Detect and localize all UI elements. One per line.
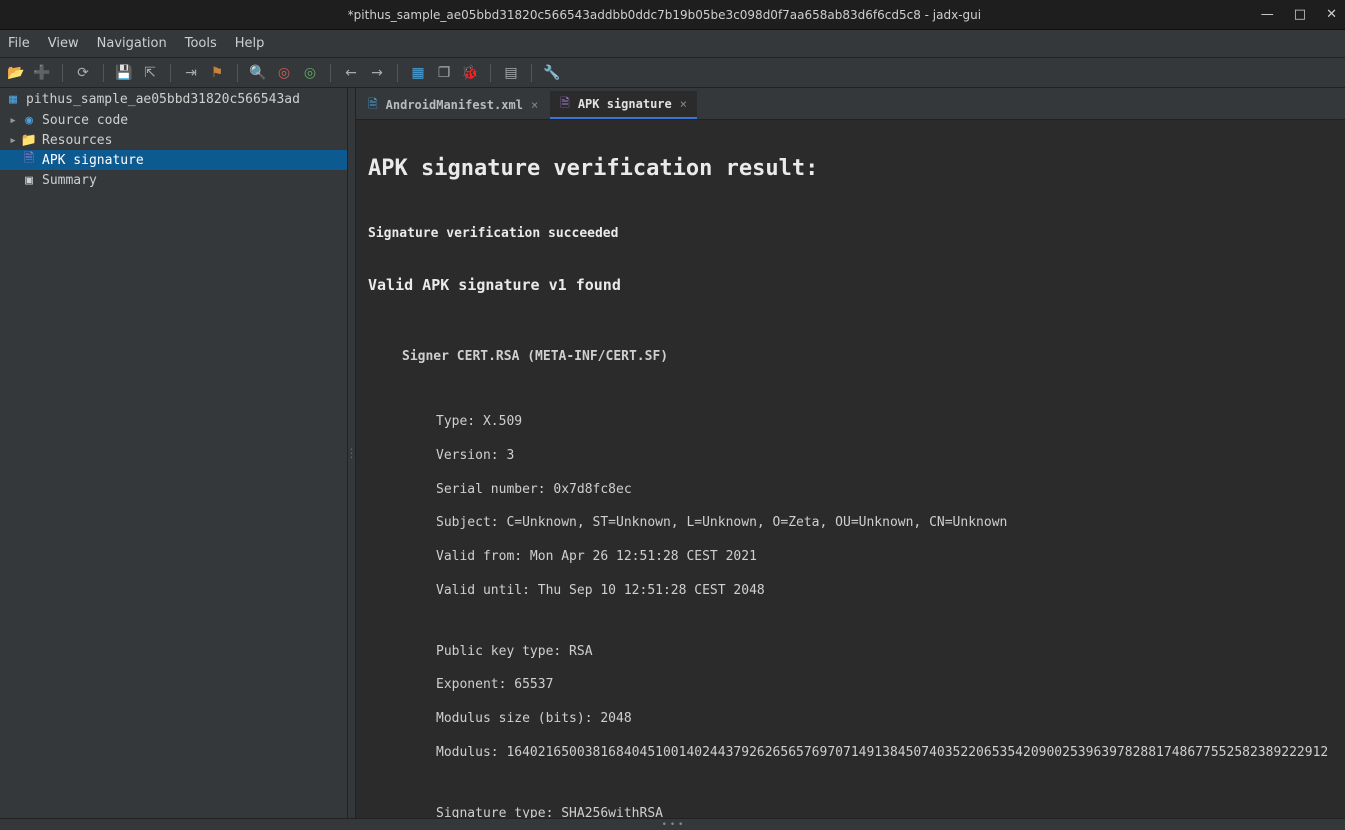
wrap-icon[interactable]: ❐ [434,63,454,83]
verification-status: Signature verification succeeded [368,226,1333,243]
bottom-split-handle[interactable]: • • • [0,818,1345,830]
bug-icon[interactable]: 🐞 [460,63,480,83]
page-title: APK signature verification result: [368,155,1333,184]
cert-line: Serial number: 0x7d8fc8ec [368,482,1333,499]
chevron-right-icon: ▸ [6,133,20,148]
close-tab-icon[interactable]: × [531,98,538,112]
tree-item-label: APK signature [42,153,144,168]
back-icon[interactable]: ← [341,63,361,83]
content-pane: 🗎 AndroidManifest.xml × 🗎 APK signature … [356,88,1345,818]
tree-item-label: Source code [42,113,128,128]
manifest-icon: 🗎 [368,95,378,116]
deobf-icon[interactable]: ▦ [408,63,428,83]
cert-line: Valid until: Thu Sep 10 12:51:28 CEST 20… [368,583,1333,600]
sig-line: Signature type: SHA256withRSA [368,806,1333,818]
tree-root-label: pithus_sample_ae05bbd31820c566543ad [26,92,300,107]
tree-item-source-code[interactable]: ▸ ◉ Source code [0,110,347,130]
menubar: File View Navigation Tools Help [0,30,1345,58]
tab-apk-signature[interactable]: 🗎 APK signature × [550,91,697,119]
titlebar: *pithus_sample_ae05bbd31820c566543addbb0… [0,0,1345,30]
menu-tools[interactable]: Tools [185,36,217,51]
separator [103,64,104,82]
add-file-icon[interactable]: ➕ [32,63,52,83]
tab-label: AndroidManifest.xml [386,98,523,112]
split-handle[interactable]: ⋮ [348,88,356,818]
package-icon: ◉ [20,113,38,128]
key-line: Modulus: 1640216500381684045100140244379… [368,745,1333,762]
target2-icon[interactable]: ◎ [300,63,320,83]
project-tree: ▸ ◉ Source code ▸ 📁 Resources 🗎 APK sign… [0,110,347,190]
separator [62,64,63,82]
log-icon[interactable]: ▤ [501,63,521,83]
tab-android-manifest[interactable]: 🗎 AndroidManifest.xml × [358,91,548,119]
export-icon[interactable]: ⇱ [140,63,160,83]
forward-icon[interactable]: → [367,63,387,83]
target-icon[interactable]: ◎ [274,63,294,83]
cert-line: Version: 3 [368,448,1333,465]
app-icon: ▦ [4,92,22,107]
menu-help[interactable]: Help [235,36,265,51]
folder-icon: 📁 [20,133,38,148]
open-file-icon[interactable]: 📂 [6,63,26,83]
toolbar: 📂 ➕ ⟳ 💾 ⇱ ⇥ ⚑ 🔍 ◎ ◎ ← → ▦ ❐ 🐞 ▤ 🔧 [0,58,1345,88]
settings-icon[interactable]: 🔧 [542,63,562,83]
separator [490,64,491,82]
maximize-button[interactable]: □ [1294,7,1306,22]
chevron-right-icon: ▸ [6,113,20,128]
window-title: *pithus_sample_ae05bbd31820c566543addbb0… [68,8,1261,22]
tab-label: APK signature [578,97,672,111]
search-icon[interactable]: 🔍 [248,63,268,83]
save-icon[interactable]: 💾 [114,63,134,83]
tree-item-resources[interactable]: ▸ 📁 Resources [0,130,347,150]
tree-item-label: Resources [42,133,112,148]
editor-tabbar: 🗎 AndroidManifest.xml × 🗎 APK signature … [356,88,1345,120]
key-line: Public key type: RSA [368,644,1333,661]
refresh-icon[interactable]: ⟳ [73,63,93,83]
collapse-icon[interactable]: ⇥ [181,63,201,83]
signer-heading: Signer CERT.RSA (META-INF/CERT.SF) [368,349,1333,366]
menu-file[interactable]: File [8,36,30,51]
separator [397,64,398,82]
editor-view[interactable]: APK signature verification result: Signa… [356,120,1345,818]
tree-item-apk-signature[interactable]: 🗎 APK signature [0,150,347,170]
project-tree-panel: ▦ pithus_sample_ae05bbd31820c566543ad ▸ … [0,88,348,818]
menu-view[interactable]: View [48,36,79,51]
cert-line: Subject: C=Unknown, ST=Unknown, L=Unknow… [368,515,1333,532]
certificate-icon: 🗎 [20,149,38,171]
summary-icon: ▣ [20,173,38,188]
close-tab-icon[interactable]: × [680,97,687,111]
menu-navigation[interactable]: Navigation [97,36,167,51]
main-split: ▦ pithus_sample_ae05bbd31820c566543ad ▸ … [0,88,1345,818]
separator [170,64,171,82]
key-line: Modulus size (bits): 2048 [368,711,1333,728]
separator [531,64,532,82]
valid-signature-heading: Valid APK signature v1 found [368,276,1333,296]
cert-line: Valid from: Mon Apr 26 12:51:28 CEST 202… [368,549,1333,566]
tree-root[interactable]: ▦ pithus_sample_ae05bbd31820c566543ad [0,88,347,110]
close-window-button[interactable]: ✕ [1326,7,1337,22]
separator [330,64,331,82]
certificate-icon: 🗎 [560,94,570,115]
separator [237,64,238,82]
cert-line: Type: X.509 [368,414,1333,431]
minimize-button[interactable]: — [1261,7,1274,22]
key-line: Exponent: 65537 [368,677,1333,694]
tree-item-label: Summary [42,173,97,188]
tree-item-summary[interactable]: ▣ Summary [0,170,347,190]
flag-icon[interactable]: ⚑ [207,63,227,83]
